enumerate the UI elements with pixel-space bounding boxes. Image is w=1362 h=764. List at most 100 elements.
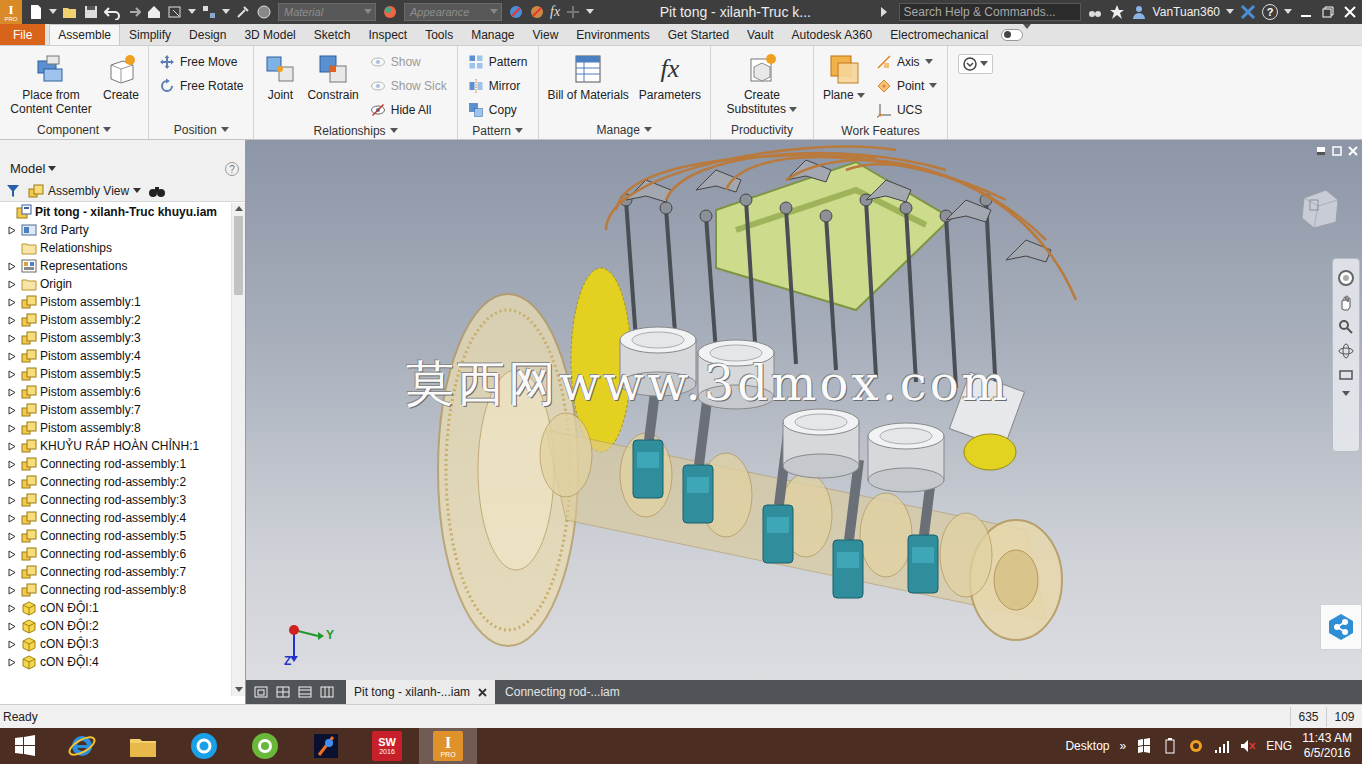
panel-title[interactable]: Position xyxy=(149,121,253,139)
expand-arrow[interactable] xyxy=(6,512,18,524)
tree-item[interactable]: Connecting rod-assembly:2 xyxy=(0,473,231,491)
panel-title[interactable]: Manage xyxy=(539,121,710,139)
expand-arrow[interactable] xyxy=(6,386,18,398)
taskbar-app[interactable] xyxy=(297,728,355,764)
ribbon-button[interactable]: Show xyxy=(366,50,451,74)
expand-arrow[interactable] xyxy=(6,620,18,632)
tree-item[interactable]: Connecting rod-assembly:3 xyxy=(0,491,231,509)
dropdown-icon[interactable] xyxy=(929,83,937,89)
dropdown-icon[interactable] xyxy=(133,188,141,194)
network-icon[interactable] xyxy=(1214,738,1230,754)
adjust-icon[interactable] xyxy=(508,4,524,20)
document-tab[interactable]: Pit tong - xilanh-...iam xyxy=(346,680,495,704)
ribbon-tab[interactable]: Simplify xyxy=(120,24,180,45)
tree-item[interactable]: cON ĐỘI:4 xyxy=(0,653,231,671)
dropdown-icon[interactable] xyxy=(390,128,398,134)
graphics-window[interactable]: 莫西网www.3dmox.comYZ xyxy=(246,140,1362,680)
start-button[interactable] xyxy=(0,728,50,764)
expand-arrow[interactable] xyxy=(6,656,18,668)
ribbon-tab[interactable]: View xyxy=(524,24,568,45)
dropdown-icon[interactable] xyxy=(364,9,372,15)
search-box[interactable]: Search Help & Commands... xyxy=(899,3,1081,21)
tree-item[interactable]: Connecting rod-assembly:8 xyxy=(0,581,231,599)
ribbon-tab[interactable]: Manage xyxy=(462,24,523,45)
ribbon-button[interactable]: Bill of Materials xyxy=(545,50,632,104)
scroll-down-icon[interactable] xyxy=(235,687,243,693)
ribbon-toggle[interactable] xyxy=(1001,29,1023,41)
expand-arrow[interactable] xyxy=(6,476,18,488)
browser-scrollbar[interactable] xyxy=(231,203,245,696)
browser-help[interactable]: ? xyxy=(225,162,239,176)
scroll-thumb[interactable] xyxy=(234,216,243,295)
appearance-ball-icon[interactable] xyxy=(382,4,398,20)
star-icon[interactable] xyxy=(1109,4,1125,20)
dropdown-icon[interactable] xyxy=(789,107,797,113)
tree-item[interactable]: Pistom assembly:2 xyxy=(0,311,231,329)
user-icon[interactable] xyxy=(1131,4,1147,20)
ribbon-options-button[interactable] xyxy=(958,54,993,74)
home-icon[interactable] xyxy=(146,4,162,20)
clock[interactable]: 11:43 AM6/5/2016 xyxy=(1302,731,1352,761)
panel-title[interactable]: Component xyxy=(0,121,148,139)
save-icon[interactable] xyxy=(83,4,99,20)
expand-arrow[interactable] xyxy=(6,638,18,650)
tree-item[interactable]: Pistom assembly:4 xyxy=(0,347,231,365)
exchange-icon[interactable] xyxy=(1240,4,1256,20)
browser-title[interactable]: Model xyxy=(10,161,56,176)
ribbon-button[interactable]: Free Rotate xyxy=(155,74,247,98)
more-button[interactable]: » xyxy=(1119,739,1126,753)
ribbon-button[interactable]: Create Substitutes xyxy=(717,50,807,118)
expand-arrow[interactable] xyxy=(6,314,18,326)
dropdown-icon[interactable] xyxy=(644,127,652,133)
ribbon-button[interactable]: Joint xyxy=(260,50,300,104)
ribbon-tab[interactable]: Assemble xyxy=(49,24,120,45)
window-layout-icon[interactable] xyxy=(276,686,290,698)
maximize-view-icon[interactable] xyxy=(1332,146,1342,156)
tree-item[interactable]: cON ĐỘI:3 xyxy=(0,635,231,653)
undo-icon[interactable] xyxy=(104,4,120,20)
ribbon-button[interactable]: UCS xyxy=(872,98,941,122)
dropdown-icon[interactable] xyxy=(222,9,230,15)
binoculars-icon[interactable] xyxy=(1087,4,1103,20)
tree-item[interactable]: Origin xyxy=(0,275,231,293)
ribbon-button[interactable]: Constrain xyxy=(304,50,361,104)
expand-arrow[interactable] xyxy=(6,494,18,506)
filter-icon[interactable] xyxy=(201,4,217,20)
tree-item[interactable]: Representations xyxy=(0,257,231,275)
ribbon-button[interactable]: Axis xyxy=(872,50,941,74)
ribbon-tab[interactable]: 3D Model xyxy=(235,24,304,45)
look-at-icon[interactable] xyxy=(1338,367,1354,383)
language-indicator[interactable]: ENG xyxy=(1266,739,1292,753)
restore-icon[interactable] xyxy=(1320,4,1336,20)
close-view-icon[interactable] xyxy=(1348,146,1358,156)
expand-arrow[interactable] xyxy=(6,296,18,308)
ribbon-tab[interactable]: Autodesk A360 xyxy=(783,24,882,45)
redo-icon[interactable] xyxy=(125,4,141,20)
tree-item[interactable]: cON ĐỘI:1 xyxy=(0,599,231,617)
ribbon-tab[interactable]: Vault xyxy=(738,24,782,45)
view-selector[interactable]: Assembly View xyxy=(28,183,141,199)
expand-arrow[interactable] xyxy=(6,422,18,434)
ribbon-button[interactable]: Hide All xyxy=(366,98,451,122)
minimize-view-icon[interactable] xyxy=(1316,146,1326,156)
tree-root[interactable]: Pit tong - xilanh-Truc khuyu.iam xyxy=(0,203,231,221)
tree-item[interactable]: Pistom assembly:5 xyxy=(0,365,231,383)
taskbar-app[interactable] xyxy=(114,728,172,764)
ribbon-tab[interactable]: Electromechanical xyxy=(881,24,997,45)
dropdown-icon[interactable] xyxy=(48,166,56,172)
dropdown-icon[interactable] xyxy=(925,59,933,65)
expand-arrow[interactable] xyxy=(6,458,18,470)
ribbon-tab[interactable]: Get Started xyxy=(659,24,738,45)
tree-item[interactable]: Connecting rod-assembly:4 xyxy=(0,509,231,527)
share-button[interactable] xyxy=(1320,604,1362,650)
tree-item[interactable]: KHUỶU RÁP HOÀN CHỈNH:1 xyxy=(0,437,231,455)
tools-icon[interactable] xyxy=(235,4,251,20)
document-tab[interactable]: Connecting rod-...iam xyxy=(497,680,628,704)
orbit-icon[interactable] xyxy=(1338,343,1354,359)
volume-muted-icon[interactable] xyxy=(1240,738,1256,754)
panel-title[interactable]: Pattern xyxy=(458,122,538,139)
minimize-icon[interactable] xyxy=(1298,4,1314,20)
plus-icon[interactable] xyxy=(565,4,581,20)
tree-item[interactable]: Connecting rod-assembly:6 xyxy=(0,545,231,563)
ribbon-button[interactable]: Free Move xyxy=(155,50,247,74)
